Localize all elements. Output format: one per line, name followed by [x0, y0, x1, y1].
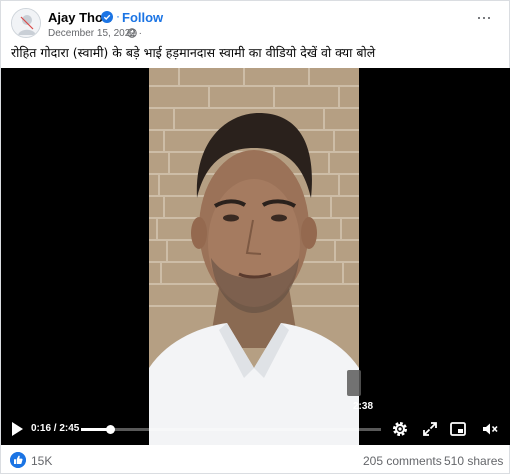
picture-in-picture-icon[interactable]: [449, 420, 467, 438]
globe-icon: [127, 28, 137, 38]
post-footer: 15K 205 comments 510 shares: [1, 445, 510, 474]
share-count[interactable]: 510 shares: [444, 454, 503, 468]
comment-count[interactable]: 205 comments: [363, 454, 442, 468]
expand-icon[interactable]: [421, 420, 439, 438]
post-header: Ajay Thori · Follow December 15, 2022 · …: [1, 1, 510, 67]
follow-button[interactable]: Follow: [122, 10, 163, 25]
progress-scrubber[interactable]: [105, 425, 115, 434]
video-frame: [149, 68, 359, 445]
hover-time-label: 2:38: [353, 401, 374, 412]
video-controls: 0:16 / 2:45: [1, 413, 510, 445]
reaction-count[interactable]: 15K: [31, 454, 52, 468]
avatar[interactable]: [11, 8, 41, 38]
verified-icon: [101, 11, 113, 23]
play-icon[interactable]: [10, 421, 24, 437]
post-caption: रोहित गोदारा (स्वामी) के बड़े भाई हड़मान…: [11, 45, 376, 60]
settings-icon[interactable]: [391, 420, 409, 438]
post-card: Ajay Thori · Follow December 15, 2022 · …: [0, 0, 510, 474]
time-display: 0:16 / 2:45: [31, 423, 80, 434]
video-player[interactable]: 2:38 0:16 / 2:45: [1, 68, 510, 445]
volume-muted-icon[interactable]: [481, 420, 499, 438]
separator-dot: ·: [116, 9, 120, 23]
like-icon[interactable]: [10, 452, 26, 468]
progress-bar[interactable]: [81, 425, 381, 434]
more-options-button[interactable]: ···: [476, 8, 498, 27]
chapter-marker[interactable]: [347, 370, 361, 396]
